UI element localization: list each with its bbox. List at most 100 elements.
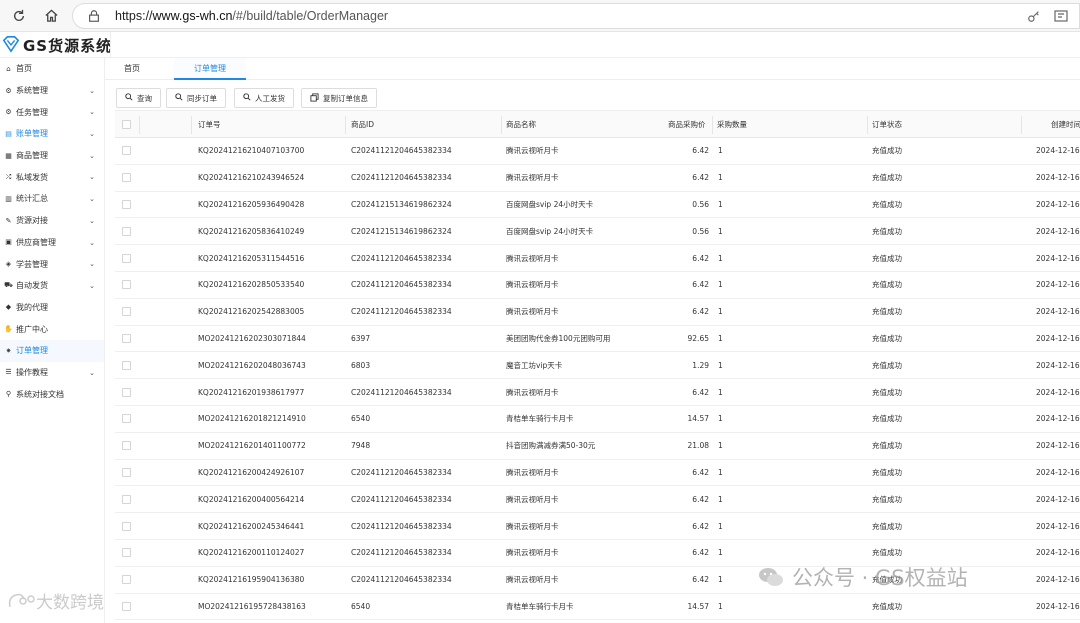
cell-qty: 1 — [718, 548, 723, 558]
row-checkbox[interactable] — [122, 441, 131, 451]
header-order-no[interactable]: 订单号 — [198, 111, 221, 137]
table-row[interactable]: KQ20241216205836410249 C20241215134619862… — [115, 218, 1080, 246]
table-row[interactable]: KQ20241216202542883005 C20241121204645382… — [115, 299, 1080, 326]
row-checkbox[interactable] — [122, 360, 131, 370]
table-body: KQ20241216210407103700 C20241121204645382… — [115, 138, 1080, 621]
select-all-checkbox-cell[interactable] — [122, 111, 131, 137]
watermark-left: 大数跨境 — [6, 588, 104, 613]
table-row[interactable]: KQ20241216202850533540 C20241121204645382… — [115, 272, 1080, 299]
table-row[interactable]: KQ20241216210407103700 C20241121204645382… — [115, 138, 1080, 165]
row-checkbox-cell[interactable] — [122, 406, 131, 432]
tab-order-manager[interactable]: 订单管理 — [174, 58, 246, 80]
row-checkbox-cell[interactable] — [122, 513, 131, 539]
cell-product-id: C20241121204645382334 — [351, 307, 452, 317]
row-checkbox[interactable] — [122, 387, 131, 397]
row-checkbox[interactable] — [122, 521, 131, 531]
row-checkbox-cell[interactable] — [122, 218, 131, 244]
table-row[interactable]: MO20241216195728438163 6540 青桔单车骑行卡月卡 1 充值成功… — [115, 594, 1080, 621]
row-checkbox[interactable] — [122, 226, 131, 236]
row-checkbox-cell[interactable] — [122, 594, 131, 620]
sidebar-item[interactable]: ◆ 我的代理 — [0, 297, 104, 319]
row-checkbox-cell[interactable] — [122, 433, 131, 459]
row-checkbox-cell[interactable] — [122, 138, 131, 164]
sidebar-item-label: 任务管理 — [16, 107, 48, 117]
row-checkbox-cell[interactable] — [122, 540, 131, 566]
row-checkbox[interactable] — [122, 173, 131, 183]
select-all-checkbox[interactable] — [122, 119, 131, 129]
table-row[interactable]: KQ20241216201938617977 C20241121204645382… — [115, 379, 1080, 406]
row-checkbox-cell[interactable] — [122, 460, 131, 486]
address-bar[interactable]: https://www.gs-wh.cn/#/build/table/Order… — [72, 3, 1080, 29]
row-checkbox-cell[interactable] — [122, 272, 131, 298]
table-row[interactable]: MO20241216202048036743 6803 魔音工坊vip天卡 1 充值成功… — [115, 352, 1080, 380]
sidebar-item[interactable]: ✋ 推广中心 — [0, 318, 104, 340]
sidebar-item[interactable]: ▥ 统计汇总 ⌄ — [0, 188, 104, 210]
row-checkbox[interactable] — [122, 575, 131, 585]
row-checkbox[interactable] — [122, 494, 131, 504]
header-price[interactable]: 商品采购价 — [668, 111, 706, 137]
header-product-name[interactable]: 商品名称 — [506, 111, 536, 137]
row-checkbox[interactable] — [122, 146, 131, 156]
row-checkbox-cell[interactable] — [122, 567, 131, 593]
row-checkbox[interactable] — [122, 307, 131, 317]
sidebar-item[interactable]: ▣ 供应商管理 ⌄ — [0, 232, 104, 254]
cell-product-name: 腾讯云视听月卡 — [506, 521, 559, 531]
header-qty[interactable]: 采购数量 — [717, 111, 747, 137]
row-checkbox[interactable] — [122, 548, 131, 558]
tab-home[interactable]: 首页 — [105, 58, 159, 80]
sidebar-item[interactable]: ✎ 货源对接 ⌄ — [0, 210, 104, 232]
sidebar-item-label: 账单管理 — [16, 129, 48, 139]
table-row[interactable]: MO20241216202303071844 6397 美团团购代金券100元团购可… — [115, 326, 1080, 353]
row-checkbox[interactable] — [122, 601, 131, 611]
cell-product-name: 青桔单车骑行卡月卡 — [506, 414, 574, 424]
row-checkbox-cell[interactable] — [122, 192, 131, 218]
sidebar-item[interactable]: ⚙ 任务管理 ⌄ — [0, 101, 104, 123]
row-checkbox-cell[interactable] — [122, 486, 131, 512]
sidebar-item[interactable]: ⛟ 自动发货 ⌄ — [0, 275, 104, 297]
sidebar-item[interactable]: ⤮ 私域发货 ⌄ — [0, 166, 104, 188]
header-created[interactable]: 创建时间 — [1051, 111, 1080, 137]
row-checkbox[interactable] — [122, 333, 131, 343]
copy-order-info-button[interactable]: 复制订单信息 — [301, 88, 377, 108]
query-button[interactable]: 查询 — [116, 88, 161, 108]
order-icon: ✷ — [5, 346, 12, 355]
reload-icon[interactable] — [6, 3, 32, 29]
row-checkbox[interactable] — [122, 280, 131, 290]
key-icon[interactable] — [1027, 9, 1041, 23]
table-row[interactable]: KQ20241216200400564214 C20241121204645382… — [115, 486, 1080, 514]
sidebar-item[interactable]: ⚲ 系统对接文档 — [0, 383, 104, 405]
table-row[interactable]: KQ20241216205311544516 C20241121204645382… — [115, 245, 1080, 272]
table-row[interactable]: KQ20241216200424926107 C20241121204645382… — [115, 460, 1080, 487]
header-status[interactable]: 订单状态 — [872, 111, 902, 137]
row-checkbox[interactable] — [122, 253, 131, 263]
sidebar-item[interactable]: ◈ 学芸管理 ⌄ — [0, 253, 104, 275]
sidebar-item[interactable]: ✷ 订单管理 — [0, 339, 104, 362]
sidebar-item[interactable]: ⚙ 系统管理 ⌄ — [0, 80, 104, 102]
row-checkbox[interactable] — [122, 467, 131, 477]
row-checkbox-cell[interactable] — [122, 245, 131, 271]
favorites-icon[interactable] — [1053, 8, 1069, 24]
sidebar-item[interactable]: ⌂ 首页 — [0, 58, 104, 80]
row-checkbox[interactable] — [122, 199, 131, 209]
table-row[interactable]: KQ20241216200245346441 C20241121204645382… — [115, 513, 1080, 540]
table-row[interactable]: MO20241216201401100772 7948 抖音团购满减券满50-30元… — [115, 433, 1080, 460]
row-checkbox-cell[interactable] — [122, 165, 131, 191]
manual-ship-button[interactable]: 人工发货 — [234, 88, 294, 108]
chevron-down-icon: ⌄ — [89, 130, 95, 139]
sync-orders-button[interactable]: 同步订单 — [166, 88, 226, 108]
sidebar-item[interactable]: ▦ 商品管理 ⌄ — [0, 145, 104, 167]
sidebar-item[interactable]: ☰ 操作教程 ⌄ — [0, 362, 104, 384]
home-icon[interactable] — [38, 3, 64, 29]
cell-price: 0.56 — [692, 199, 709, 209]
header-product-id[interactable]: 商品ID — [351, 111, 374, 137]
cell-created: 2024-12-16 — [1036, 146, 1080, 156]
row-checkbox[interactable] — [122, 414, 131, 424]
row-checkbox-cell[interactable] — [122, 352, 131, 378]
row-checkbox-cell[interactable] — [122, 299, 131, 325]
table-row[interactable]: KQ20241216205936490428 C20241215134619862… — [115, 192, 1080, 219]
sidebar-item[interactable]: ▤ 账单管理 ⌄ — [0, 123, 104, 145]
table-row[interactable]: KQ20241216210243946524 C20241121204645382… — [115, 165, 1080, 192]
table-row[interactable]: MO20241216201821214910 6540 青桔单车骑行卡月卡 1 充值成功… — [115, 406, 1080, 433]
row-checkbox-cell[interactable] — [122, 326, 131, 352]
row-checkbox-cell[interactable] — [122, 379, 131, 405]
